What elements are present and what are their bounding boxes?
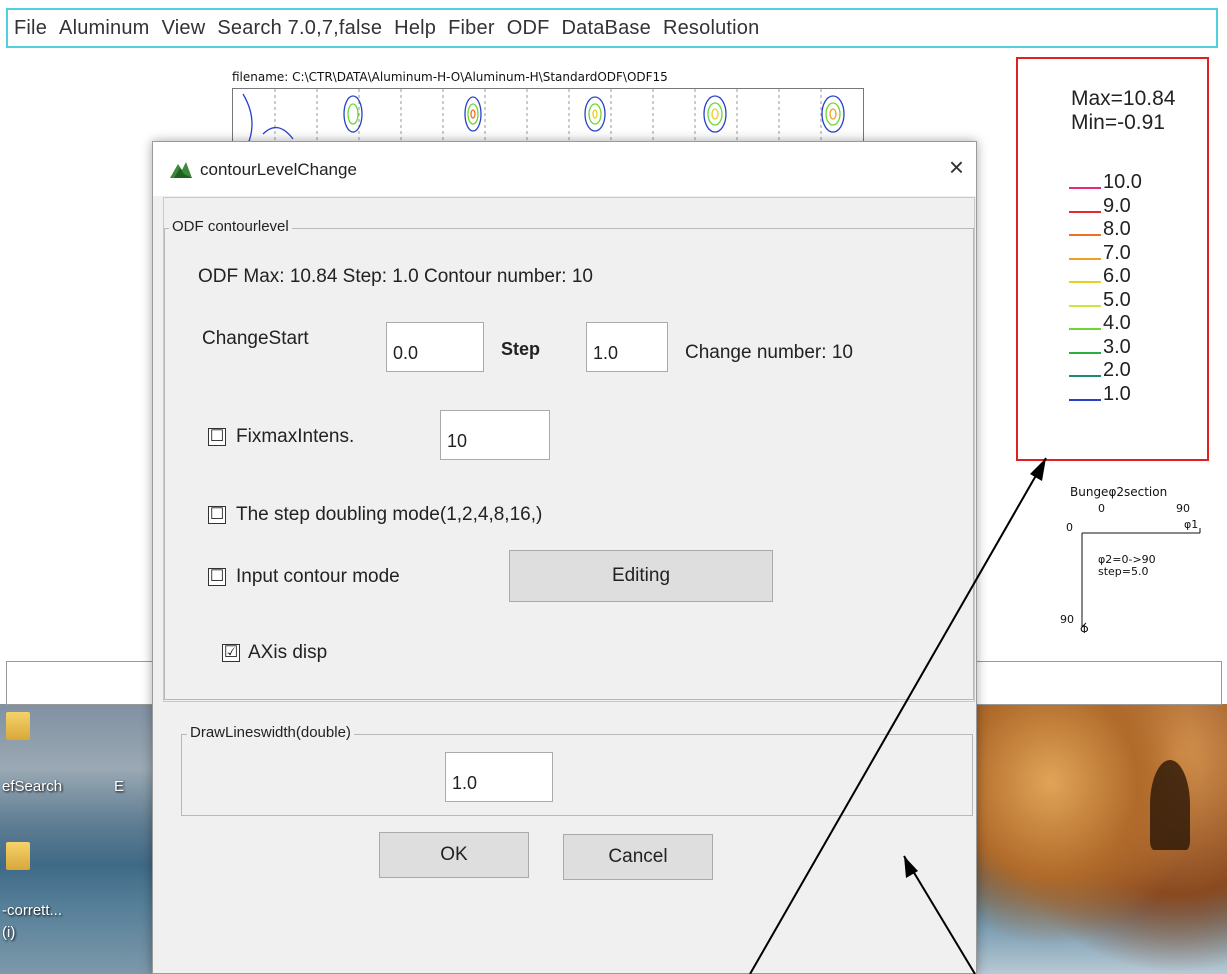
editing-button[interactable]: Editing [509, 550, 773, 602]
menu-database[interactable]: DataBase [562, 17, 651, 40]
menu-help[interactable]: Help [394, 17, 436, 40]
legend-row: 6.0 [1069, 265, 1189, 287]
info-line: ODF Max: 10.84 Step: 1.0 Contour number:… [198, 266, 593, 287]
contour-group-outer: ODF contourlevel ODF Max: 10.84 Step: 1.… [163, 197, 975, 702]
legend-value: 3.0 [1103, 335, 1131, 358]
legend-value: 5.0 [1103, 288, 1131, 311]
legend-row: 9.0 [1069, 194, 1189, 217]
menu-aluminum[interactable]: Aluminum [59, 17, 150, 40]
ok-button[interactable]: OK [379, 832, 529, 878]
menu-fiber[interactable]: Fiber [448, 17, 495, 40]
legend-row: 7.0 [1069, 241, 1189, 264]
desktop-background-left [0, 700, 165, 974]
legend-color-line [1069, 351, 1101, 354]
linewidth-input[interactable] [445, 752, 553, 802]
linewidth-group [181, 734, 973, 816]
fixmax-input[interactable] [440, 410, 550, 460]
input-contour-label: Input contour mode [236, 566, 400, 587]
legend-color-line [1069, 375, 1101, 377]
legend-row: 2.0 [1069, 359, 1189, 381]
plot-filename: filename: C:\CTR\DATA\Aluminum-H-O\Alumi… [232, 70, 668, 84]
java-app-icon [170, 162, 192, 178]
dialog-titlebar[interactable]: contourLevelChange × [153, 142, 976, 196]
desktop-icon-label[interactable]: E [114, 778, 124, 795]
dialog-title: contourLevelChange [200, 160, 357, 179]
legend-color-line [1069, 304, 1101, 307]
legend-max: Max=10.84 [1071, 87, 1176, 110]
contour-group [164, 228, 974, 700]
legend-value: 1.0 [1103, 382, 1131, 405]
legend-row: 10.0 [1069, 171, 1189, 193]
axis-disp-label: AXis disp [248, 642, 328, 663]
legend-row: 1.0 [1069, 382, 1189, 405]
doubling-label: The step doubling mode(1,2,4,8,16,) [236, 504, 543, 525]
legend-color-line [1069, 257, 1101, 260]
fixmax-label: FixmaxIntens. [236, 426, 355, 447]
doubling-checkbox[interactable]: ☐ [208, 506, 226, 524]
legend-color-line [1069, 398, 1101, 401]
folder-icon[interactable] [6, 842, 30, 870]
legend-value: 2.0 [1103, 359, 1131, 381]
close-icon[interactable]: × [949, 152, 964, 183]
legend-value: 9.0 [1103, 194, 1131, 217]
step-input[interactable] [586, 322, 668, 372]
axis-lines [1081, 528, 1201, 628]
legend-color-line [1069, 328, 1101, 330]
change-start-input[interactable] [386, 322, 484, 372]
menu-bar: File Aluminum View Search 7.0,7,false He… [6, 8, 1218, 48]
odf-contour-preview [242, 89, 845, 149]
legend-row: 8.0 [1069, 218, 1189, 240]
change-number-label: Change number: 10 [685, 342, 853, 363]
legend-color-line [1069, 234, 1101, 236]
legend-value: 8.0 [1103, 218, 1131, 240]
legend-color-line [1069, 281, 1101, 283]
menu-view[interactable]: View [162, 17, 206, 40]
group-title-contour: ODF contourlevel [169, 218, 292, 235]
contour-level-dialog: contourLevelChange × ODF contourlevel OD… [152, 141, 977, 974]
menu-resolution[interactable]: Resolution [663, 17, 760, 40]
desktop-cave-shadow [1150, 760, 1190, 850]
fixmax-checkbox[interactable]: ☐ [208, 428, 226, 446]
cancel-button[interactable]: Cancel [563, 834, 713, 880]
desktop-icon-sublabel: (i) [2, 924, 16, 941]
contour-legend: Max=10.84 Min=-0.91 10.0 9.0 8.0 7.0 6.0 5.0 4… [1016, 57, 1209, 461]
legend-color-line [1069, 210, 1101, 213]
legend-row: 4.0 [1069, 312, 1189, 334]
axis-diagram: Bungeφ2section 0 90 0 φ1 φ2=0->90 step=5… [1060, 485, 1220, 665]
folder-icon[interactable] [6, 712, 30, 740]
change-start-label: ChangeStart [202, 328, 309, 349]
legend-min: Min=-0.91 [1071, 111, 1165, 134]
legend-value: 6.0 [1103, 265, 1131, 287]
legend-row: 5.0 [1069, 288, 1189, 311]
legend-value: 7.0 [1103, 241, 1131, 264]
group-title-linewidth: DrawLineswidth(double) [187, 724, 354, 741]
desktop-icon-label[interactable]: -corrett... [2, 902, 62, 919]
legend-value: 10.0 [1103, 171, 1142, 193]
menu-search[interactable]: Search 7.0,7,false [217, 17, 382, 40]
input-contour-checkbox[interactable]: ☐ [208, 568, 226, 586]
legend-value: 4.0 [1103, 312, 1131, 334]
axis-disp-checkbox[interactable]: ☑ [222, 644, 240, 662]
desktop-icon-label[interactable]: efSearch [2, 778, 62, 795]
legend-color-line [1069, 187, 1101, 189]
legend-row: 3.0 [1069, 335, 1189, 358]
menu-file[interactable]: File [14, 17, 47, 40]
menu-odf[interactable]: ODF [507, 17, 550, 40]
step-label: Step [501, 339, 541, 359]
